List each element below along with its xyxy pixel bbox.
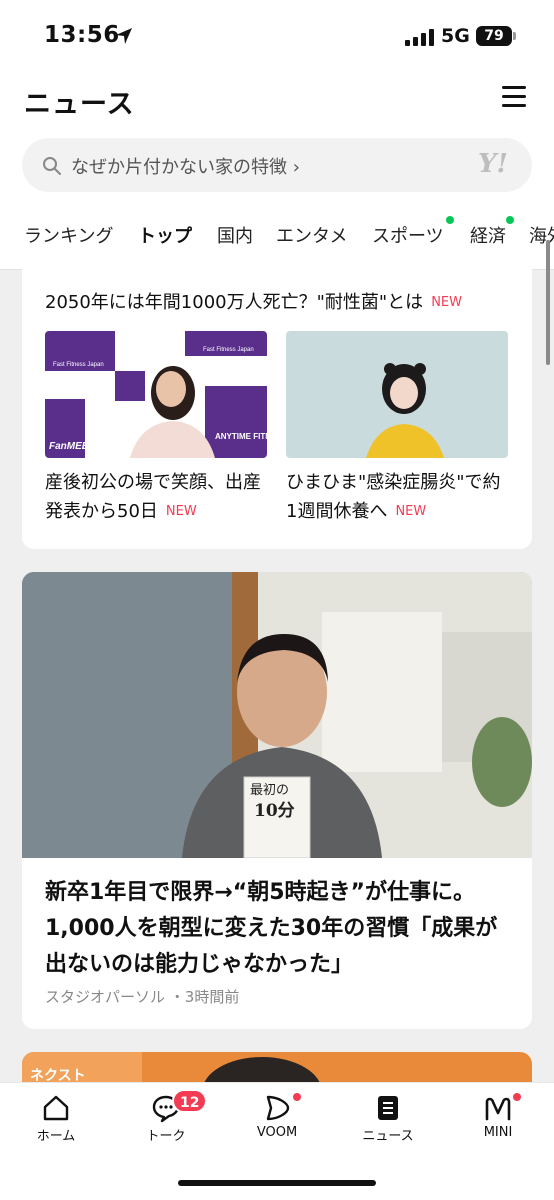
new-badge: NEW (431, 295, 462, 310)
portrait-photo-image (286, 331, 508, 458)
location-arrow-icon (116, 28, 132, 44)
tab-entertainment[interactable]: エンタメ (276, 222, 347, 248)
article-caption-1-text: 産後初公の場で笑顔、出産発表から50日 (45, 472, 261, 522)
book-title-text-2: 10分 (254, 801, 295, 821)
nav-news[interactable]: ニュース (348, 1093, 428, 1144)
article-thumbnail-1[interactable]: Fast Fitness Japan Fast Fitness Japan Fa… (45, 331, 267, 458)
article-caption-1[interactable]: 産後初公の場で笑顔、出産発表から50日 NEW (45, 468, 269, 526)
tab-overseas[interactable]: 海外 (529, 222, 554, 248)
talk-unread-badge: 12 (172, 1089, 208, 1113)
voom-icon (266, 1095, 290, 1121)
news-icon (378, 1096, 398, 1120)
nav-mini-label: MINI (483, 1125, 513, 1140)
nav-home-label: ホーム (36, 1129, 76, 1144)
network-type: 5G (441, 25, 470, 47)
battery-icon: 79 (476, 26, 512, 46)
home-icon (43, 1095, 69, 1121)
battery-cap (513, 32, 516, 40)
scrollbar[interactable] (546, 240, 550, 365)
sponsor-text-2: Fast Fitness Japan (203, 347, 254, 353)
article-caption-2-text: ひまひま"感染症腸炎"で約1週間休養へ (286, 472, 501, 522)
new-badge-2: NEW (395, 504, 427, 519)
tab-sports-dot (446, 216, 454, 224)
tab-sports[interactable]: スポーツ (372, 222, 444, 248)
search-bar[interactable]: なぜか片付かない家の特徴 › Y! (22, 138, 532, 192)
nav-talk-label: トーク (146, 1129, 186, 1144)
nav-home[interactable]: ホーム (16, 1093, 96, 1144)
tab-domestic[interactable]: 国内 (217, 222, 253, 248)
sponsor-text-4: ANYTIME FITNESS (215, 432, 267, 441)
sponsor-text-1: Fast Fitness Japan (53, 362, 104, 368)
topic-headline[interactable]: 2050年には年間1000万人死亡？"耐性菌"とは NEW (45, 288, 462, 314)
news-card-topics: 2050年には年間1000万人死亡？"耐性菌"とは NEW Fast Fitnes… (22, 256, 532, 549)
nav-mini[interactable]: MINI (458, 1093, 538, 1140)
tab-economy[interactable]: 経済 (470, 222, 506, 248)
tab-ranking[interactable]: ランキング (24, 222, 113, 248)
article-thumbnail-2[interactable] (286, 331, 508, 458)
search-suggestion[interactable]: なぜか片付かない家の特徴 › (71, 153, 300, 179)
nav-voom-label: VOOM (256, 1125, 298, 1140)
interview-photo-image: 最初の 10分 (22, 572, 532, 858)
featured-article-title: 新卒1年目で限界→“朝5時起き”が仕事に。1,000人を朝型に変えた30年の習慣… (45, 880, 498, 977)
featured-article-meta: スタジオパーソル ・3時間前 (45, 988, 240, 1006)
status-bar: 13:56 5G 79 (0, 0, 554, 70)
article-caption-2[interactable]: ひまひま"感染症腸炎"で約1週間休養へ NEW (286, 468, 510, 526)
tab-economy-dot (506, 216, 514, 224)
mini-notification-dot (513, 1093, 521, 1101)
news-header: ニュース なぜか片付かない家の特徴 › Y! ランキング トップ 国内 エンタメ… (0, 70, 554, 270)
search-icon (43, 157, 61, 175)
featured-article-card[interactable]: 最初の 10分 新卒1年目で限界→“朝5時起き”が仕事に。1,000人を朝型に変… (22, 572, 532, 1029)
status-time: 13:56 (44, 22, 120, 48)
book-title-text-1: 最初の (250, 783, 289, 798)
yahoo-logo: Y! (478, 149, 508, 179)
nav-news-label: ニュース (362, 1129, 414, 1144)
featured-article-image: 最初の 10分 (22, 572, 532, 858)
article-time: 3時間前 (184, 988, 240, 1006)
sponsor-text-3: FanMEET (49, 441, 95, 452)
topic-headline-text: 2050年には年間1000万人死亡？"耐性菌"とは (45, 292, 424, 313)
voom-notification-dot (293, 1093, 301, 1101)
page-title: ニュース (24, 89, 135, 120)
signal-strength-icon (405, 29, 435, 46)
article-source: スタジオパーソル (45, 988, 166, 1006)
new-badge-1: NEW (165, 504, 197, 519)
event-photo-image: Fast Fitness Japan Fast Fitness Japan Fa… (45, 331, 267, 458)
nav-voom[interactable]: VOOM (237, 1093, 317, 1140)
mini-icon (485, 1097, 511, 1121)
tab-top[interactable]: トップ (138, 222, 192, 248)
home-indicator[interactable] (178, 1180, 376, 1186)
hamburger-menu-icon[interactable] (502, 86, 526, 108)
